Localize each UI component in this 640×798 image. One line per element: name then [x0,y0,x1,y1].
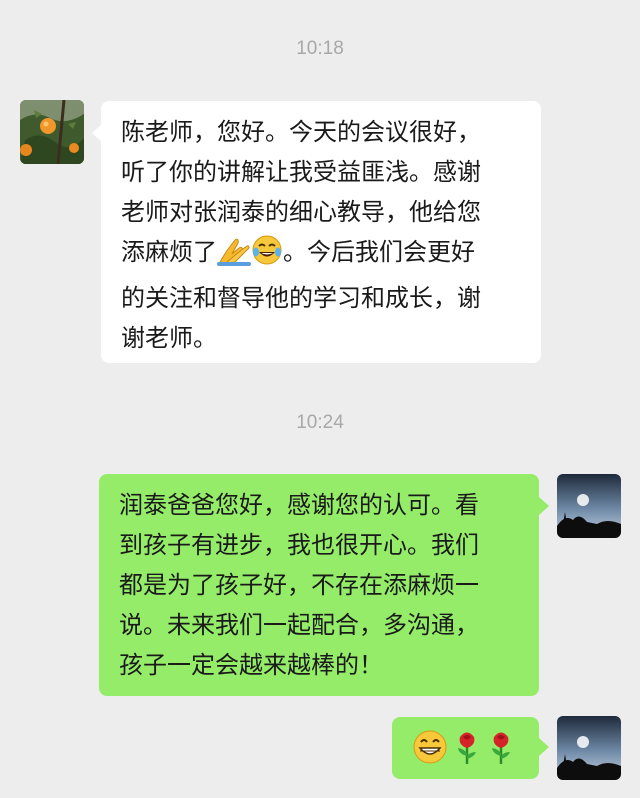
grinning-face-icon [412,729,448,776]
self-avatar[interactable] [557,716,621,780]
sky-silhouette-avatar [557,474,621,538]
timestamp: 10:18 [296,38,344,59]
message-text: 都是为了孩子好，不存在添麻烦一 [119,571,479,599]
message-text: 润泰爸爸您好，感谢您的认可。看 [119,491,479,519]
incoming-message-bubble[interactable]: 陈老师，您好。今天的会议很好， 听了你的讲解让我受益匪浅。感谢 老师对张润泰的细… [101,101,541,363]
outgoing-emoji-bubble[interactable] [392,717,539,779]
message-text: 听了你的讲解让我受益匪浅。感谢 [121,158,481,186]
orange-tree-avatar [20,100,84,164]
bubble-tail [539,738,549,756]
rose-icon [452,729,482,776]
message-text: 谢老师。 [121,324,217,352]
self-avatar[interactable] [557,474,621,538]
message-text: 到孩子有进步，我也很开心。我们 [119,531,479,559]
sky-silhouette-avatar [557,716,621,780]
message-text: 陈老师，您好。今天的会议很好， [121,118,481,146]
message-text: 。今后我们会更好 [283,238,475,266]
outgoing-message-bubble[interactable]: 润泰爸爸您好，感谢您的认可。看 到孩子有进步，我也很开心。我们 都是为了孩子好，… [99,474,539,696]
message-text: 孩子一定会越来越棒的！ [119,651,383,679]
message-text: 老师对张润泰的细心教导，他给您 [121,198,481,226]
bubble-tail [539,497,549,515]
tears-of-joy-icon [251,234,283,278]
contact-avatar[interactable] [20,100,84,164]
message-text: 的关注和督导他的学习和成长，谢 [121,284,481,312]
message-text: 添麻烦了 [121,238,217,266]
message-text: 说。未来我们一起配合，多沟通， [119,611,479,639]
folded-hands-icon [217,236,251,278]
timestamp: 10:24 [296,412,344,433]
rose-icon [486,729,516,776]
